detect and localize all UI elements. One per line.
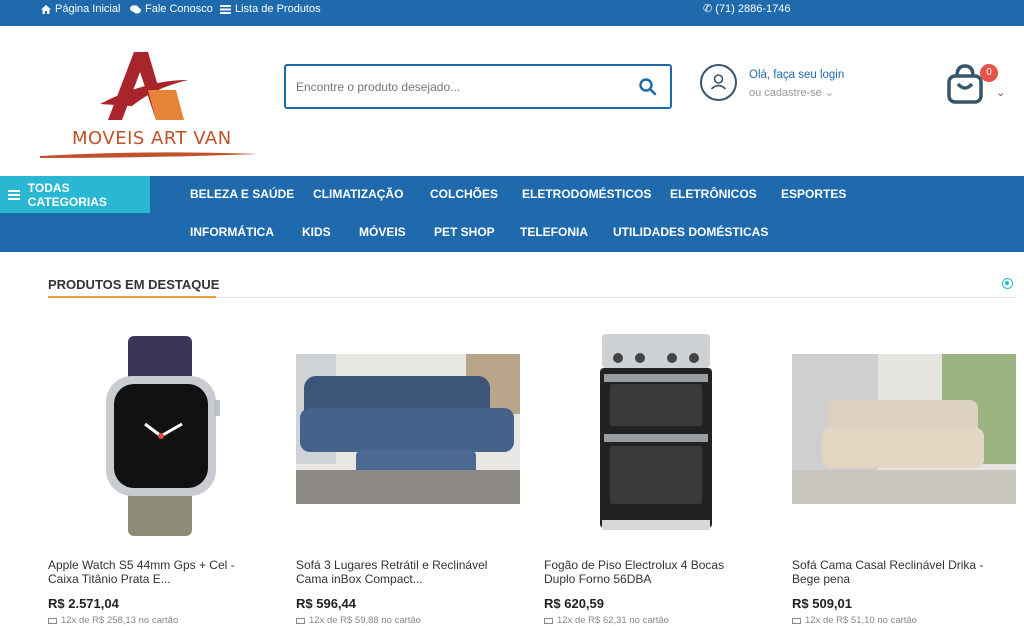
product-price: R$ 509,01 xyxy=(792,596,852,611)
sofa-product-image xyxy=(296,354,520,504)
credit-card-icon xyxy=(296,617,305,624)
nav-item-eletrodomesticos[interactable]: ELETRODOMÉSTICOS xyxy=(522,187,651,201)
home-link[interactable]: Página Inicial xyxy=(41,0,120,18)
nav-item-utilidades[interactable]: UTILIDADES DOMÉSTICAS xyxy=(613,225,768,239)
stove-product-image xyxy=(600,334,712,530)
product-installment-text: 12x de R$ 258,13 no cartão xyxy=(61,615,179,626)
user-icon[interactable] xyxy=(700,64,737,101)
nav-item-eletronicos[interactable]: ELETRÔNICOS xyxy=(670,187,757,201)
product-card[interactable]: Sofá 3 Lugares Retrátil e Reclinável Cam… xyxy=(296,320,520,626)
nav-item-kids[interactable]: KIDS xyxy=(302,225,331,239)
search-input[interactable] xyxy=(296,78,616,96)
nav-item-pet-shop[interactable]: PET SHOP xyxy=(434,225,495,239)
nav-item-informatica[interactable]: INFORMÁTICA xyxy=(190,225,274,239)
all-categories-button[interactable]: TODAS CATEGORIAS xyxy=(0,176,150,213)
credit-card-icon xyxy=(48,617,57,624)
product-installment: 12x de R$ 51,10 no cartão xyxy=(792,615,917,626)
section-title: PRODUTOS EM DESTAQUE xyxy=(48,277,220,292)
search-box xyxy=(284,64,672,109)
top-bar: Página Inicial Fale Conosco Lista de Pro… xyxy=(0,0,1024,26)
phone-icon: ✆ xyxy=(703,3,713,15)
nav-item-moveis[interactable]: MÓVEIS xyxy=(359,225,406,239)
product-installment: 12x de R$ 258,13 no cartão xyxy=(48,615,178,626)
menu-icon xyxy=(8,189,20,200)
product-installment-text: 12x de R$ 51,10 no cartão xyxy=(805,615,917,626)
register-link-label: ou cadastre-se xyxy=(749,87,822,99)
nav-item-climatizacao[interactable]: CLIMATIZAÇÃO xyxy=(313,187,403,201)
product-list-link[interactable]: Lista de Produtos xyxy=(220,0,321,18)
nav-item-telefonia[interactable]: TELEFONIA xyxy=(520,225,588,239)
product-price: R$ 2.571,04 xyxy=(48,596,119,611)
cart-count-badge: 0 xyxy=(980,64,998,82)
all-categories-label: TODAS CATEGORIAS xyxy=(27,180,107,209)
login-link[interactable]: Olá, faça seu login xyxy=(749,69,844,81)
product-installment: 12x de R$ 62,31 no cartão xyxy=(544,615,669,626)
logo-text: MOVEIS ART VAN xyxy=(72,128,232,149)
category-nav xyxy=(0,176,1024,252)
phone-number: ✆ (71) 2886-1746 xyxy=(703,0,791,18)
carousel-dot-icon[interactable] xyxy=(1002,278,1013,289)
product-price: R$ 620,59 xyxy=(544,596,604,611)
product-price: R$ 596,44 xyxy=(296,596,356,611)
chat-icon xyxy=(130,4,141,13)
product-installment-text: 12x de R$ 62,31 no cartão xyxy=(557,615,669,626)
product-installment-text: 12x de R$ 59,88 no cartão xyxy=(309,615,421,626)
phone-text: (71) 2886-1746 xyxy=(715,3,791,15)
product-list-label: Lista de Produtos xyxy=(235,3,321,15)
credit-card-icon xyxy=(792,617,801,624)
product-card[interactable]: Sofá Cama Casal Reclinável Drika - Bege … xyxy=(792,320,1016,626)
product-name[interactable]: Sofá 3 Lugares Retrátil e Reclinável Cam… xyxy=(296,558,506,586)
list-icon xyxy=(220,4,231,14)
nav-item-colchoes[interactable]: COLCHÕES xyxy=(430,187,498,201)
nav-item-esportes[interactable]: ESPORTES xyxy=(781,187,846,201)
nav-item-beleza[interactable]: BELEZA E SAÚDE xyxy=(190,187,294,201)
chevron-down-icon: ⌄ xyxy=(824,87,835,99)
search-icon[interactable] xyxy=(638,77,658,97)
cart-chevron-down-icon[interactable]: ⌄ xyxy=(996,86,1005,99)
store-logo[interactable]: MOVEIS ART VAN xyxy=(36,46,260,164)
credit-card-icon xyxy=(544,617,553,624)
product-name[interactable]: Apple Watch S5 44mm Gps + Cel - Caixa Ti… xyxy=(48,558,258,586)
home-icon xyxy=(41,4,51,14)
product-installment: 12x de R$ 59,88 no cartão xyxy=(296,615,421,626)
product-card[interactable]: Fogão de Piso Electrolux 4 Bocas Duplo F… xyxy=(544,320,768,626)
section-underline xyxy=(48,296,216,298)
contact-link[interactable]: Fale Conosco xyxy=(130,0,213,18)
product-card[interactable]: Apple Watch S5 44mm Gps + Cel - Caixa Ti… xyxy=(48,320,272,626)
product-name[interactable]: Fogão de Piso Electrolux 4 Bocas Duplo F… xyxy=(544,558,754,586)
watch-product-image xyxy=(106,336,220,536)
home-link-label: Página Inicial xyxy=(55,3,121,15)
product-name[interactable]: Sofá Cama Casal Reclinável Drika - Bege … xyxy=(792,558,1002,586)
sofa-bed-product-image xyxy=(792,354,1016,504)
contact-link-label: Fale Conosco xyxy=(145,3,213,15)
register-link[interactable]: ou cadastre-se ⌄ xyxy=(749,86,834,99)
